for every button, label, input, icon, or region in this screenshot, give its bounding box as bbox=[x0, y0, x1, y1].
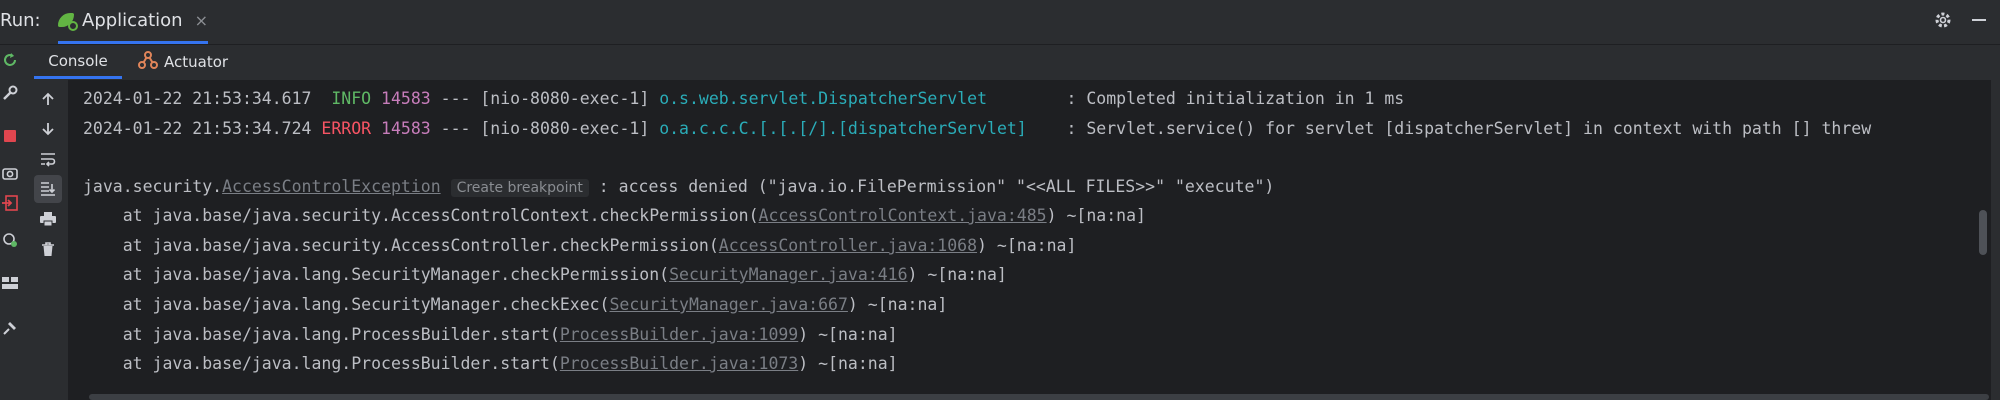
stack-frame: at java.base/java.lang.ProcessBuilder.st… bbox=[83, 324, 898, 346]
run-tool-window-header: Run: Application × bbox=[0, 0, 2000, 45]
stack-frame-suffix: ) ~[na:na] bbox=[1046, 206, 1146, 225]
rerun-icon[interactable] bbox=[0, 50, 20, 70]
run-actions-toolbar bbox=[0, 45, 22, 400]
log-thread: --- [nio-8080-exec-1] bbox=[430, 89, 660, 108]
log-pid: 14583 bbox=[381, 119, 431, 138]
stack-frame-text: at java.base/java.lang.SecurityManager.c… bbox=[83, 295, 610, 314]
log-level: INFO bbox=[321, 89, 372, 108]
tab-application[interactable]: Application × bbox=[58, 0, 208, 44]
source-link[interactable]: SecurityManager.java:416 bbox=[669, 265, 907, 284]
log-message: : Completed initialization in 1 ms bbox=[1056, 89, 1405, 108]
camera-icon[interactable] bbox=[0, 163, 20, 183]
layout-icon[interactable] bbox=[0, 273, 20, 293]
debug-icon[interactable] bbox=[0, 230, 20, 250]
log-logger: o.s.web.servlet.DispatcherServlet bbox=[659, 89, 1057, 108]
stack-frame: at java.base/java.lang.ProcessBuilder.st… bbox=[83, 353, 898, 375]
stack-frame-text: at java.base/java.lang.ProcessBuilder.st… bbox=[83, 354, 560, 373]
log-message: : Servlet.service() for servlet [dispatc… bbox=[1056, 119, 1872, 138]
source-link[interactable]: ProcessBuilder.java:1099 bbox=[560, 325, 798, 344]
up-arrow-icon[interactable] bbox=[34, 85, 62, 113]
scroll-to-end-icon[interactable] bbox=[34, 175, 62, 203]
stack-frame-suffix: ) ~[na:na] bbox=[907, 265, 1007, 284]
actuator-icon bbox=[138, 51, 158, 73]
exception-line: java.security.AccessControlException Cre… bbox=[83, 176, 1274, 198]
log-timestamp: 2024-01-22 21:53:34.617 bbox=[83, 89, 312, 108]
soft-wrap-icon[interactable] bbox=[34, 145, 62, 173]
log-level: ERROR bbox=[321, 119, 372, 138]
log-line-info: 2024-01-22 21:53:34.617 INFO 14583 --- [… bbox=[83, 88, 1404, 110]
exit-icon[interactable] bbox=[0, 193, 20, 213]
stack-frame-suffix: ) ~[na:na] bbox=[977, 236, 1077, 255]
trash-icon[interactable] bbox=[34, 235, 62, 263]
stack-frame-text: at java.base/java.lang.ProcessBuilder.st… bbox=[83, 325, 560, 344]
tab-console[interactable]: Console bbox=[34, 45, 122, 79]
stack-frame-suffix: ) ~[na:na] bbox=[847, 295, 948, 314]
run-label: Run: bbox=[0, 10, 41, 31]
tab-console-label: Console bbox=[48, 51, 108, 70]
tab-application-label: Application bbox=[82, 10, 183, 31]
log-thread: --- [nio-8080-exec-1] bbox=[430, 119, 660, 138]
source-link[interactable]: ProcessBuilder.java:1073 bbox=[560, 354, 798, 373]
stack-frame-text: at java.base/java.security.AccessControl… bbox=[83, 236, 719, 255]
stack-frame: at java.base/java.lang.SecurityManager.c… bbox=[83, 294, 948, 316]
log-timestamp: 2024-01-22 21:53:34.724 bbox=[83, 119, 312, 138]
pin-icon[interactable] bbox=[0, 318, 20, 338]
stack-frame-text: at java.base/java.lang.SecurityManager.c… bbox=[83, 265, 670, 284]
exception-prefix: java.security. bbox=[83, 177, 223, 196]
gear-icon[interactable] bbox=[1932, 10, 1954, 32]
source-link[interactable]: SecurityManager.java:667 bbox=[610, 295, 848, 314]
stack-frame-suffix: ) ~[na:na] bbox=[798, 354, 898, 373]
stop-icon[interactable] bbox=[0, 126, 20, 146]
log-line-error: 2024-01-22 21:53:34.724 ERROR 14583 --- … bbox=[83, 118, 1871, 140]
spring-boot-run-icon bbox=[58, 10, 78, 32]
wrench-icon[interactable] bbox=[0, 83, 20, 103]
console-subtabs: Console Actuator bbox=[34, 45, 2000, 79]
stack-frame: at java.base/java.lang.SecurityManager.c… bbox=[83, 264, 1007, 286]
stack-frame: at java.base/java.security.AccessControl… bbox=[83, 205, 1146, 227]
tab-actuator-label: Actuator bbox=[164, 53, 229, 71]
log-pid: 14583 bbox=[381, 89, 431, 108]
console-toolbar bbox=[30, 80, 69, 400]
down-arrow-icon[interactable] bbox=[34, 115, 62, 143]
source-link[interactable]: AccessControlContext.java:485 bbox=[759, 206, 1047, 225]
stack-frame-suffix: ) ~[na:na] bbox=[798, 325, 898, 344]
tab-actuator[interactable]: Actuator bbox=[138, 45, 228, 79]
horizontal-scrollbar[interactable] bbox=[89, 394, 1989, 400]
minimize-icon[interactable] bbox=[1968, 10, 1990, 32]
exception-message: : access denied ("java.io.FilePermission… bbox=[588, 177, 1275, 196]
exception-class-link[interactable]: AccessControlException bbox=[222, 177, 441, 196]
print-icon[interactable] bbox=[34, 205, 62, 233]
console-output[interactable]: 2024-01-22 21:53:34.617 INFO 14583 --- [… bbox=[69, 80, 1991, 400]
log-logger: o.a.c.c.C.[.[.[/].[dispatcherServlet] bbox=[659, 119, 1057, 138]
close-icon[interactable]: × bbox=[195, 11, 208, 30]
source-link[interactable]: AccessController.java:1068 bbox=[719, 236, 977, 255]
stack-frame: at java.base/java.security.AccessControl… bbox=[83, 235, 1077, 257]
vertical-scrollbar[interactable] bbox=[1979, 210, 1987, 255]
stack-frame-text: at java.base/java.security.AccessControl… bbox=[83, 206, 759, 225]
header-actions bbox=[1932, 10, 1990, 32]
create-breakpoint-hint[interactable]: Create breakpoint bbox=[450, 179, 589, 197]
